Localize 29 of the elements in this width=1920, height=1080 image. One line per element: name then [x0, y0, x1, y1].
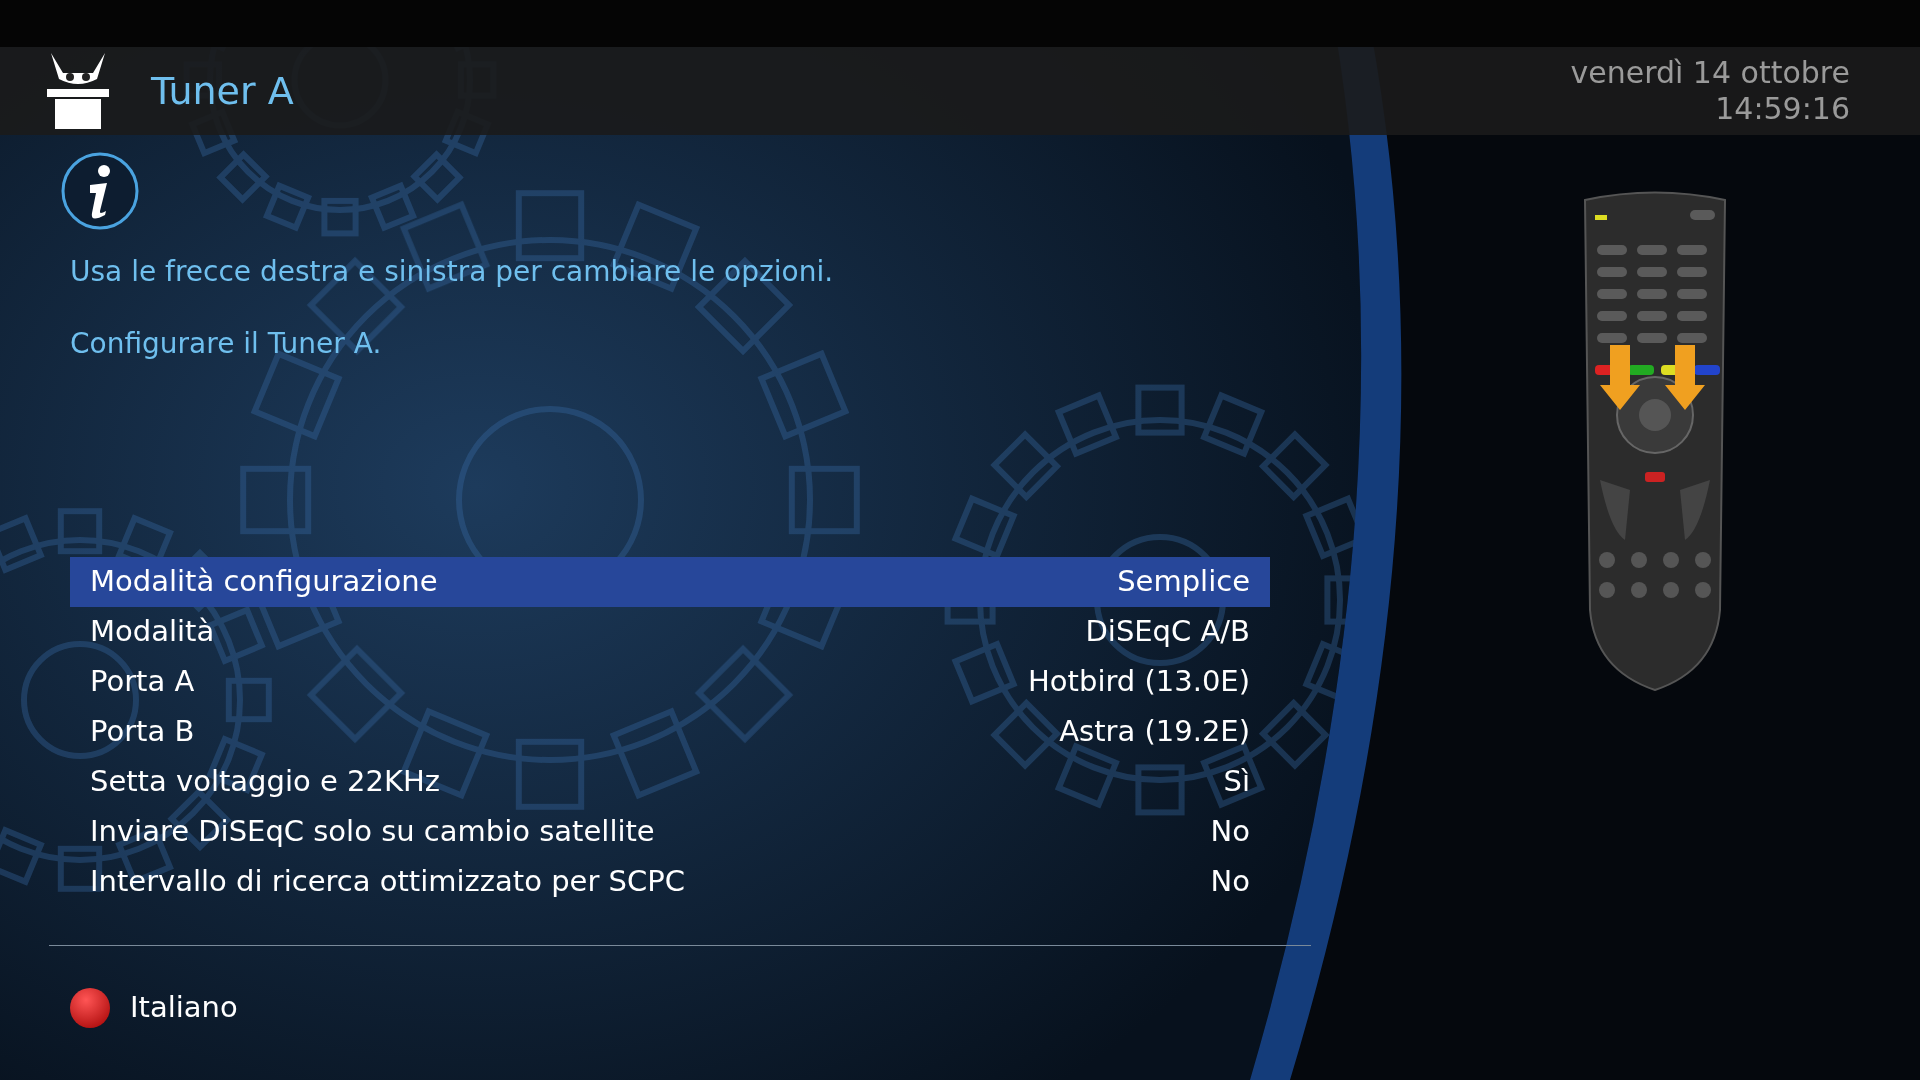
settings-row[interactable]: Porta A Hotbird (13.0E) — [70, 657, 1270, 707]
instruction-text: Usa le frecce destra e sinistra per cambiare le opzioni. — [70, 254, 835, 290]
instruction-text: Configurare il Tuner A. — [70, 326, 383, 362]
setting-value: No — [1210, 863, 1250, 901]
setting-value: Hotbird (13.0E) — [1028, 663, 1250, 701]
info-icon — [60, 151, 140, 231]
setting-label: Porta A — [90, 663, 195, 701]
setting-label: Intervallo di ricerca ottimizzato per SCPC — [90, 863, 685, 901]
settings-row[interactable]: Porta B Astra (19.2E) — [70, 707, 1270, 757]
setting-label: Modalità configurazione — [90, 563, 438, 601]
setting-value: Sì — [1223, 763, 1250, 801]
language-label: Italiano — [130, 989, 238, 1026]
setting-label: Porta B — [90, 713, 195, 751]
date-text: venerdì 14 ottobre — [1570, 55, 1850, 91]
settings-row[interactable]: Setta voltaggio e 22KHz Sì — [70, 757, 1270, 807]
settings-row[interactable]: Modalità DiSEqC A/B — [70, 607, 1270, 657]
setting-label: Inviare DiSEqC solo su cambio satellite — [90, 813, 655, 851]
setting-value: No — [1210, 813, 1250, 851]
setting-value: Semplice — [1117, 563, 1250, 601]
screen-title: Tuner A — [151, 67, 294, 115]
rabbit-hat-logo-icon — [45, 51, 111, 131]
clock-text: 14:59:16 — [1715, 91, 1850, 127]
setting-label: Setta voltaggio e 22KHz — [90, 763, 440, 801]
settings-row[interactable]: Intervallo di ricerca ottimizzato per SCPC No — [70, 857, 1270, 907]
setting-value: Astra (19.2E) — [1059, 713, 1250, 751]
setting-label: Modalità — [90, 613, 215, 651]
settings-row[interactable]: Modalità configurazione Semplice — [70, 557, 1270, 607]
setting-value: DiSEqC A/B — [1085, 613, 1250, 651]
settings-row[interactable]: Inviare DiSEqC solo su cambio satellite No — [70, 807, 1270, 857]
